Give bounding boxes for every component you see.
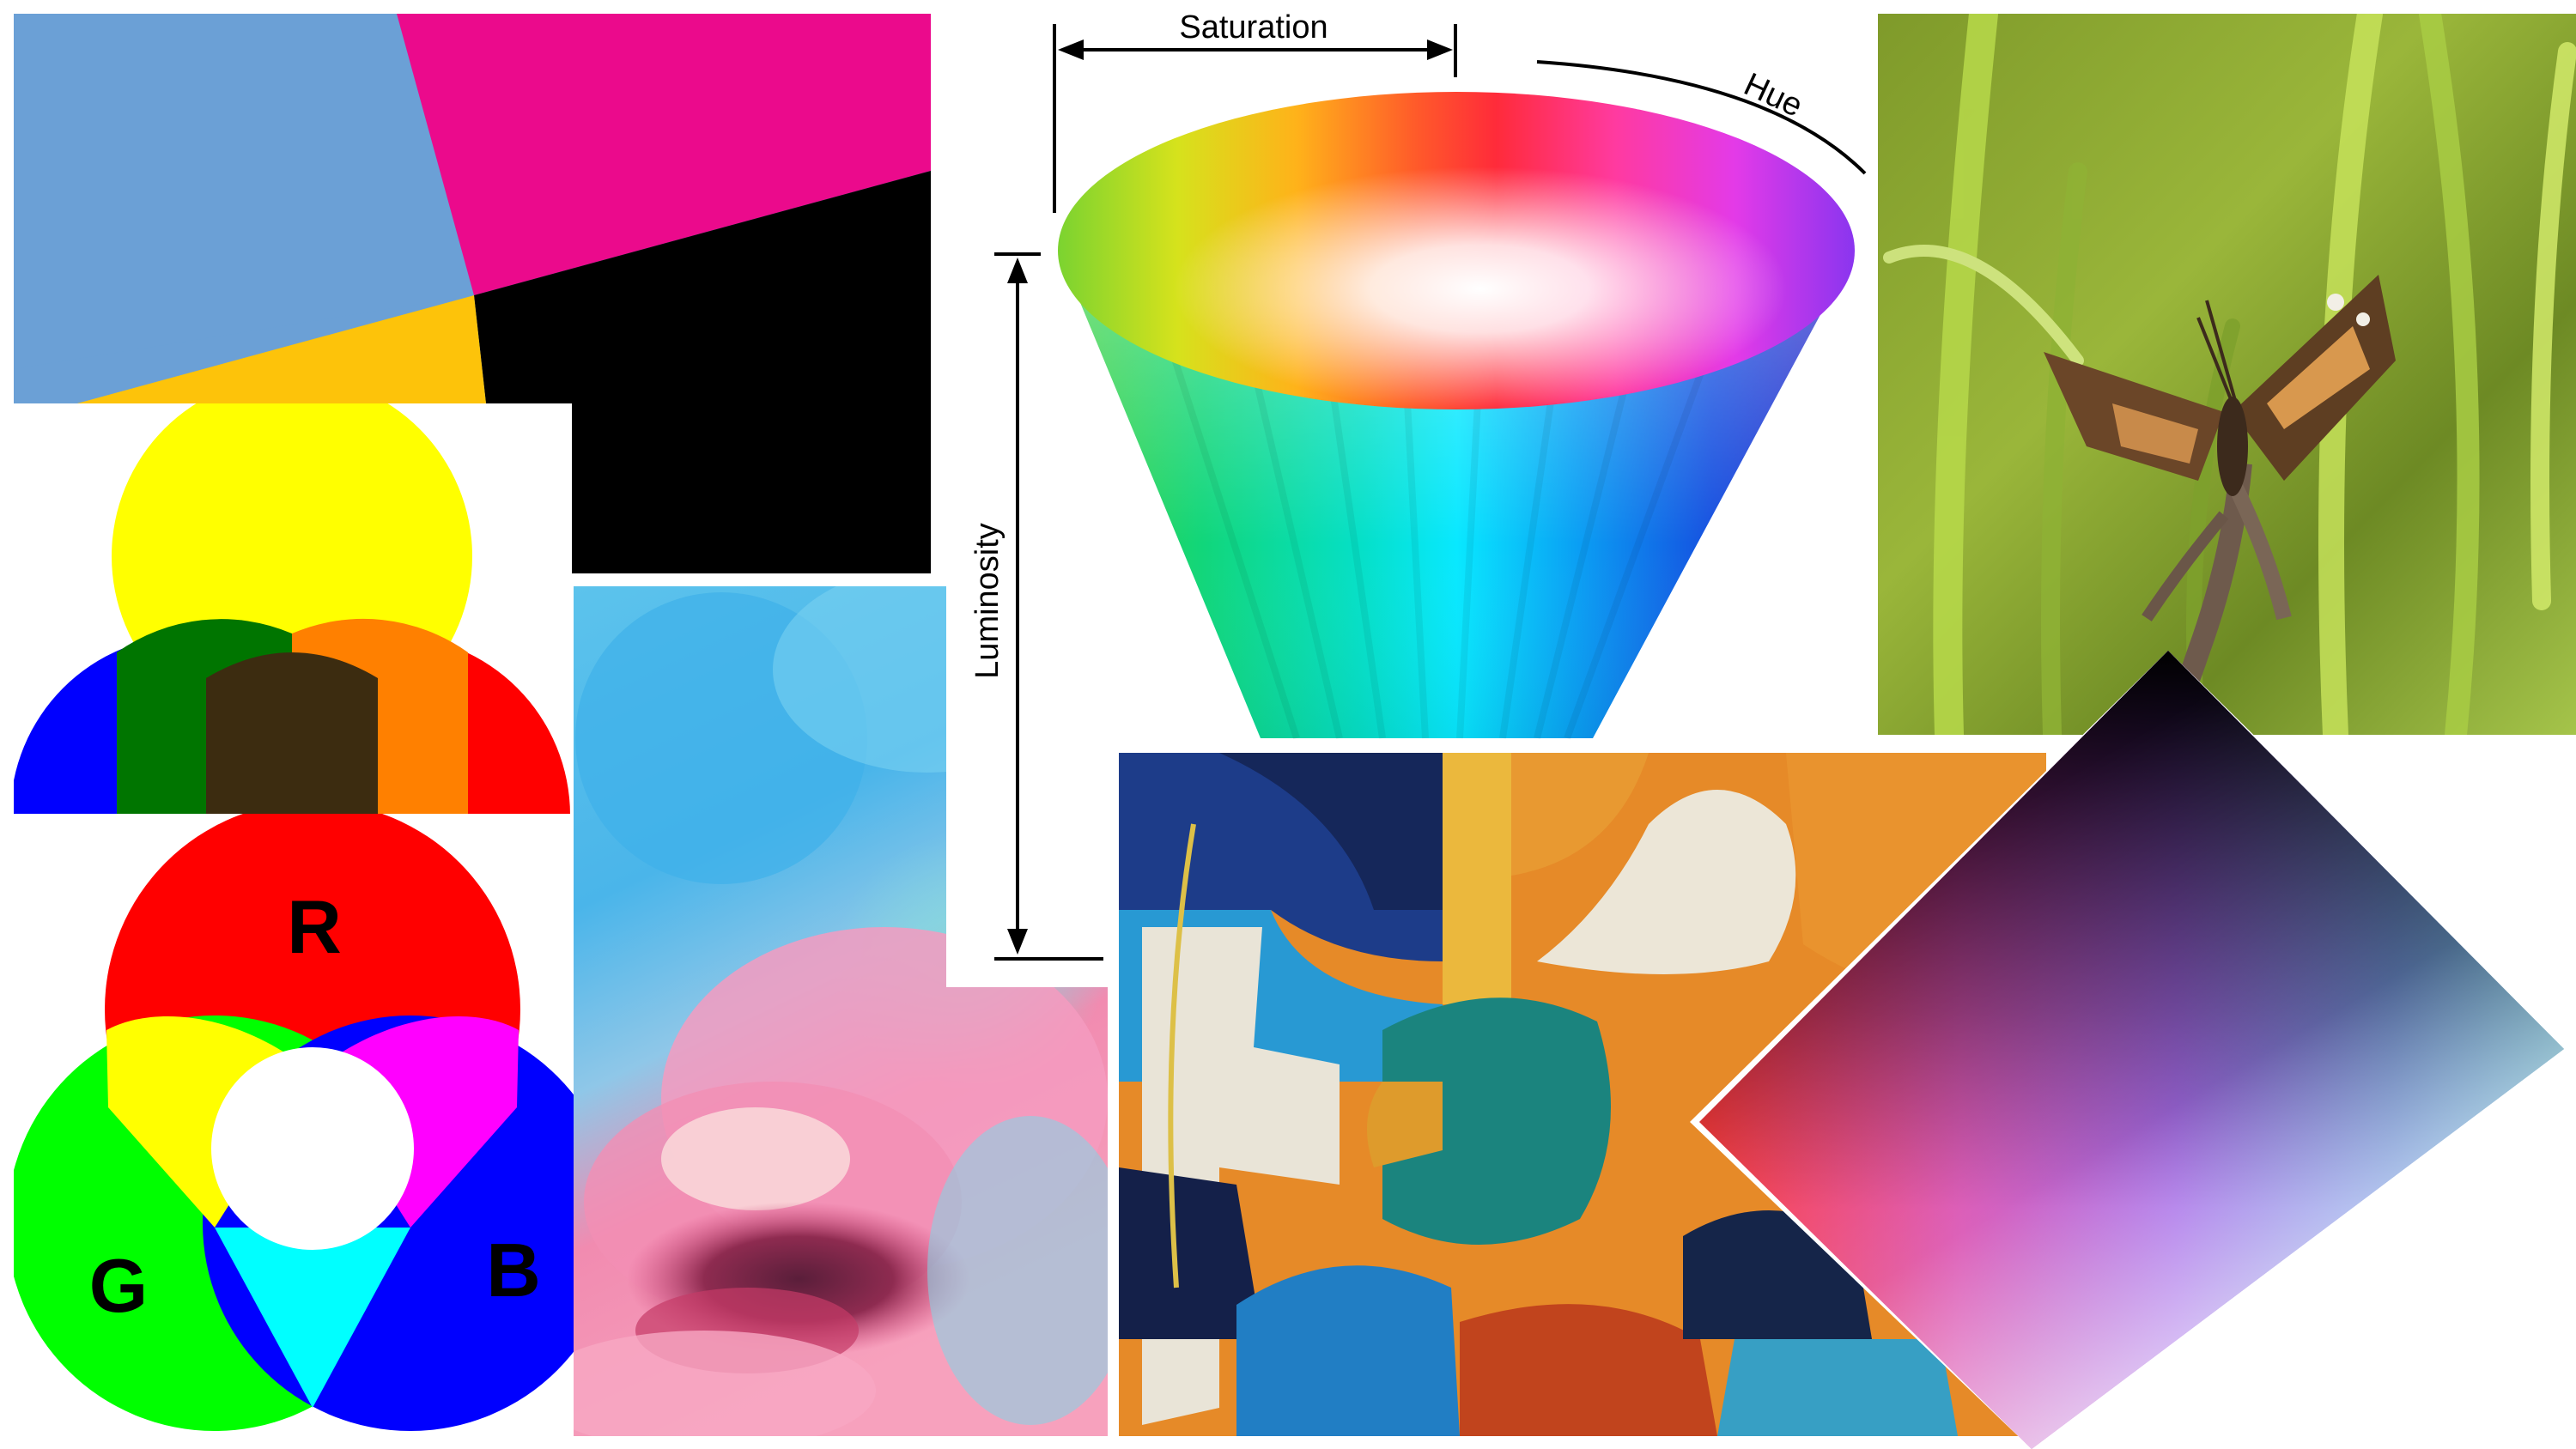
blue-label: B bbox=[486, 1228, 541, 1313]
rgb-venn-panel: R G B bbox=[14, 814, 630, 1436]
butterfly-photo bbox=[1878, 14, 2576, 735]
luminosity-label: Luminosity bbox=[969, 523, 1005, 679]
green-label: G bbox=[89, 1243, 148, 1328]
saturation-label: Saturation bbox=[1179, 9, 1327, 45]
dark-center bbox=[206, 652, 378, 815]
color-collage: R G B Saturation Hue Luminosity bbox=[14, 0, 2576, 1449]
white-center bbox=[211, 1047, 414, 1250]
red-label: R bbox=[287, 884, 342, 969]
